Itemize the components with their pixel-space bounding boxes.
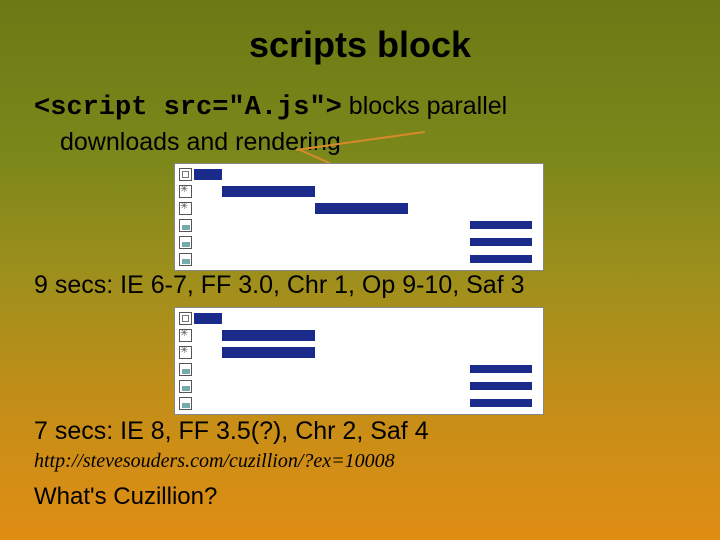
waterfall-chart-2 [34, 309, 686, 401]
table-row [179, 345, 539, 360]
script-icon [179, 329, 192, 342]
intro-line-2: downloads and rendering [34, 126, 686, 159]
waterfall-chart-1 [34, 165, 686, 257]
slide: scripts block <script src="A.js"> blocks… [0, 0, 720, 540]
code-snippet: <script src="A.js"> [34, 93, 342, 123]
page-title: scripts block [34, 24, 686, 66]
image-icon [179, 219, 192, 232]
doc-icon [179, 168, 192, 181]
image-icon [179, 397, 192, 410]
table-row [179, 396, 539, 411]
table-row [179, 252, 539, 267]
source-url: http://stevesouders.com/cuzillion/?ex=10… [34, 450, 686, 473]
table-row [179, 218, 539, 233]
table-row [179, 362, 539, 377]
table-row [179, 235, 539, 250]
image-icon [179, 363, 192, 376]
image-icon [179, 253, 192, 266]
doc-icon [179, 312, 192, 325]
table-row [179, 201, 539, 216]
table-row [179, 167, 539, 182]
waterfall-box-1 [174, 163, 544, 271]
caption-2: 7 secs: IE 8, FF 3.5(?), Chr 2, Saf 4 [34, 415, 686, 448]
script-icon [179, 185, 192, 198]
table-row [179, 184, 539, 199]
intro-tail: blocks parallel [342, 92, 507, 120]
table-row [179, 311, 539, 326]
table-row [179, 379, 539, 394]
script-icon [179, 346, 192, 359]
image-icon [179, 236, 192, 249]
script-icon [179, 202, 192, 215]
footer-question: What's Cuzillion? [34, 483, 686, 511]
table-row [179, 328, 539, 343]
caption-1: 9 secs: IE 6-7, FF 3.0, Chr 1, Op 9-10, … [34, 269, 686, 302]
waterfall-box-2 [174, 307, 544, 415]
intro-line-1: <script src="A.js"> blocks parallel [34, 90, 686, 126]
image-icon [179, 380, 192, 393]
